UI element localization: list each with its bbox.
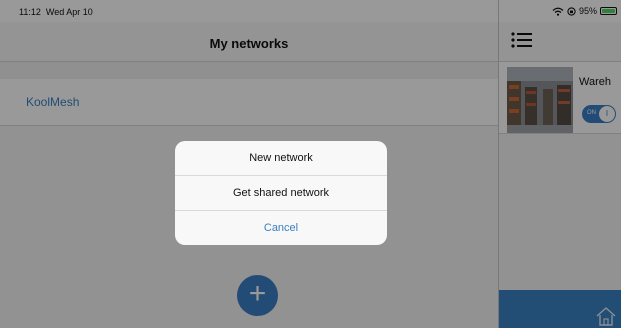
new-network-button[interactable]: New network xyxy=(175,141,387,176)
get-shared-network-button[interactable]: Get shared network xyxy=(175,176,387,211)
action-sheet: New network Get shared network Cancel xyxy=(175,141,387,245)
cancel-button[interactable]: Cancel xyxy=(175,211,387,245)
